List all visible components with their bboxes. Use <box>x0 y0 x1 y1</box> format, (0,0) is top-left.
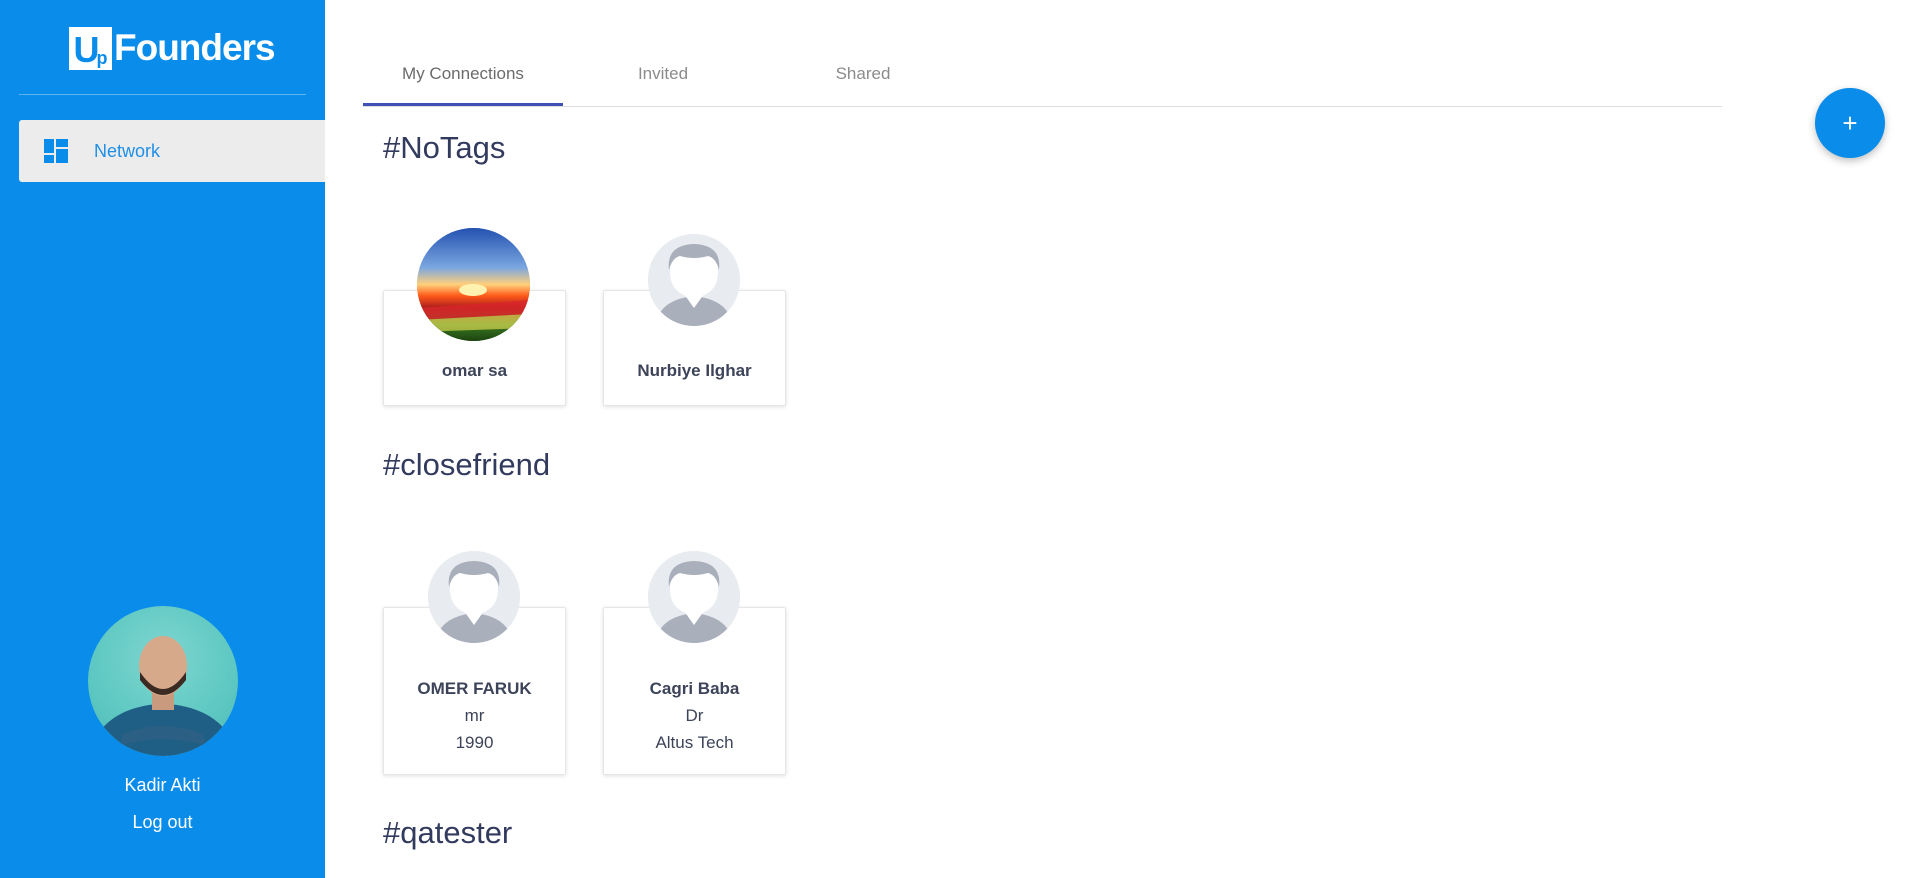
contact-avatar[interactable] <box>417 228 530 341</box>
section-title-closefriend: #closefriend <box>383 447 551 482</box>
contact-name: Nurbiye Ilghar <box>637 361 752 380</box>
contact-name: OMER FARUK <box>417 679 532 698</box>
sidebar-item-label: Network <box>94 140 161 161</box>
section-title-notags: #NoTags <box>383 130 506 165</box>
default-avatar-icon[interactable] <box>648 551 740 643</box>
sidebar-item-network[interactable]: Network <box>19 120 325 182</box>
tab-invited[interactable]: Invited <box>563 56 763 105</box>
user-name: Kadir Akti <box>124 775 201 795</box>
add-connection-button[interactable]: + <box>1815 88 1885 158</box>
contact-name: Cagri Baba <box>649 679 740 698</box>
upfounders-logo[interactable]: Up Founders <box>69 26 276 70</box>
contact-company: 1990 <box>455 733 494 752</box>
section-title-qatester: #qatester <box>383 815 513 850</box>
tab-shared[interactable]: Shared <box>763 56 963 105</box>
contact-company: Altus Tech <box>655 733 734 752</box>
dashboard-icon <box>44 139 68 163</box>
sidebar: Up Founders Network Kadir Akti Log out <box>0 0 325 878</box>
tab-my-connections[interactable]: My Connections <box>363 56 563 106</box>
default-avatar-icon[interactable] <box>648 234 740 326</box>
logout-link[interactable]: Log out <box>0 812 325 833</box>
logo-text: Founders <box>114 27 276 68</box>
sidebar-divider <box>19 94 306 95</box>
logo-mark: Up <box>69 26 112 70</box>
contact-title: Dr <box>685 706 704 725</box>
contact-name: omar sa <box>441 361 508 380</box>
contact-title: mr <box>464 706 485 725</box>
connections-tabs: My Connections Invited Shared <box>363 56 1722 107</box>
user-avatar[interactable] <box>88 606 238 756</box>
default-avatar-icon[interactable] <box>428 551 520 643</box>
